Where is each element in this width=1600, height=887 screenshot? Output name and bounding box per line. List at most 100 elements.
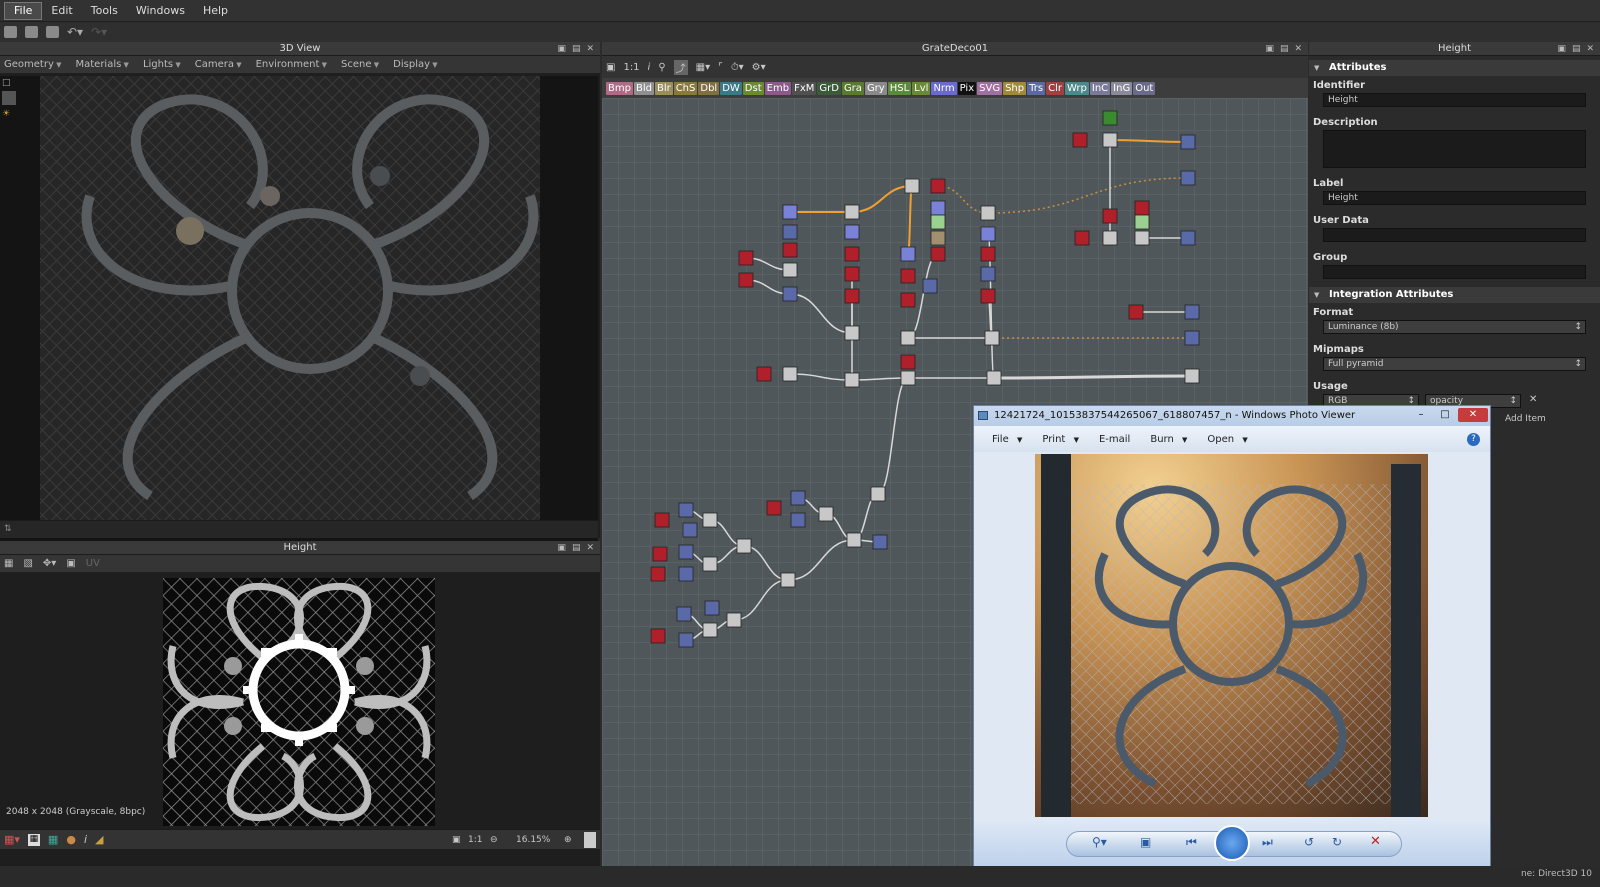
ratio-label[interactable]: 1:1 — [468, 835, 482, 845]
graph-node[interactable] — [844, 204, 860, 220]
histogram-icon[interactable]: ◢ — [95, 833, 103, 846]
close-icon[interactable]: ✕ — [1294, 42, 1302, 56]
graph-node[interactable] — [844, 325, 860, 341]
rgb-icon[interactable]: ● — [66, 833, 76, 846]
node-button-clr[interactable]: Clr — [1046, 81, 1064, 95]
menu-file[interactable]: File — [4, 1, 43, 20]
graph-node[interactable] — [780, 572, 796, 588]
actual-size-icon[interactable]: ▣ — [1140, 835, 1151, 849]
next-icon[interactable]: ⏭ — [1262, 835, 1273, 850]
graph-node[interactable] — [676, 606, 692, 622]
graph-node[interactable] — [702, 512, 718, 528]
graph-node[interactable] — [900, 268, 916, 284]
graph-node[interactable] — [782, 224, 798, 240]
undo-icon[interactable]: ↶▾ — [67, 25, 83, 39]
node-button-gra[interactable]: Gra — [841, 81, 864, 95]
previous-icon[interactable]: ⏮ — [1186, 835, 1197, 850]
graph-node[interactable] — [756, 366, 772, 382]
new-file-icon[interactable] — [4, 26, 17, 38]
tiling-icon[interactable]: ✥▾ — [43, 558, 56, 569]
integration-section[interactable]: Integration Attributes — [1309, 287, 1600, 303]
zoom-in-icon[interactable]: ⊕ — [564, 835, 572, 845]
geometry-menu[interactable]: Geometry — [4, 59, 61, 70]
settings-icon[interactable]: ⚙▾ — [752, 62, 766, 73]
photo-viewer-titlebar[interactable]: 12421724_10153837544265067_618807457_n -… — [974, 406, 1490, 426]
graph-node[interactable] — [678, 544, 694, 560]
graph-link[interactable] — [787, 539, 855, 581]
label-field[interactable]: Height — [1323, 191, 1586, 205]
lights-menu[interactable]: Lights — [143, 59, 181, 70]
delete-icon[interactable]: ✕ — [1370, 834, 1381, 849]
node-button-trs[interactable]: Trs — [1027, 81, 1046, 95]
graph-node[interactable] — [678, 632, 694, 648]
menu-help[interactable]: Help — [194, 0, 237, 22]
float-icon[interactable]: ▤ — [572, 42, 581, 56]
graph-node[interactable] — [782, 242, 798, 258]
node-button-bld[interactable]: Bld — [633, 81, 654, 95]
zoom-out-icon[interactable]: ⊖ — [490, 835, 498, 845]
graph-node[interactable] — [930, 200, 946, 216]
graph-node[interactable] — [782, 262, 798, 278]
node-button-bmp[interactable]: Bmp — [606, 81, 633, 95]
pin-icon[interactable]: ▣ — [557, 42, 566, 56]
node-button-nrm[interactable]: Nrm — [931, 81, 957, 95]
menu-windows[interactable]: Windows — [127, 0, 194, 22]
graph-node[interactable] — [654, 512, 670, 528]
graph-node[interactable] — [1180, 134, 1196, 150]
graph-node[interactable] — [980, 226, 996, 242]
graph-node[interactable] — [782, 366, 798, 382]
node-button-dst[interactable]: Dst — [742, 81, 764, 95]
graph-node[interactable] — [1134, 214, 1150, 230]
graph-node[interactable] — [726, 612, 742, 628]
zoom-icon[interactable]: ⚲▾ — [1092, 835, 1107, 849]
graph-node[interactable] — [652, 546, 668, 562]
graph-node[interactable] — [980, 246, 996, 262]
graph-link[interactable] — [937, 185, 989, 214]
node-button-pix[interactable]: Pix — [957, 81, 977, 95]
search-icon[interactable]: ⚲ — [658, 62, 665, 73]
graph-node[interactable] — [846, 532, 862, 548]
pv-open-menu[interactable]: Open — [1207, 434, 1247, 445]
graph-node[interactable] — [1180, 170, 1196, 186]
graph-node[interactable] — [782, 204, 798, 220]
graph-node[interactable] — [930, 214, 946, 230]
close-button[interactable]: ✕ — [1458, 408, 1488, 422]
graph-node[interactable] — [790, 512, 806, 528]
graph-node[interactable] — [678, 502, 694, 518]
pv-email-menu[interactable]: E-mail — [1099, 434, 1130, 445]
graph-node[interactable] — [1184, 304, 1200, 320]
identifier-field[interactable]: Height — [1323, 93, 1586, 107]
graph-node[interactable] — [818, 506, 834, 522]
display-menu[interactable]: Display — [393, 59, 437, 70]
graph-node[interactable] — [870, 486, 886, 502]
minimize-button[interactable]: – — [1410, 408, 1432, 422]
graph-node[interactable] — [1184, 330, 1200, 346]
graph-link[interactable] — [789, 373, 853, 381]
add-item-button[interactable]: Add Item — [1505, 414, 1546, 424]
rotate-left-icon[interactable]: ↺ — [1304, 835, 1314, 849]
zoom-value[interactable]: 16.15% — [516, 835, 550, 845]
pv-burn-menu[interactable]: Burn — [1150, 434, 1187, 445]
scroll-handle[interactable] — [584, 831, 596, 848]
pv-file-menu[interactable]: File — [992, 434, 1022, 445]
graph-node[interactable] — [844, 246, 860, 262]
graph-node[interactable] — [904, 178, 920, 194]
graph-node[interactable] — [766, 500, 782, 516]
attributes-section[interactable]: Attributes — [1309, 60, 1600, 76]
graph-node[interactable] — [980, 205, 996, 221]
graph-node[interactable] — [900, 246, 916, 262]
slideshow-button[interactable] — [1214, 825, 1250, 861]
align-icon[interactable]: ⌜ — [718, 62, 723, 73]
graph-node[interactable] — [900, 370, 916, 386]
graph-node[interactable] — [782, 286, 798, 302]
graph-node[interactable] — [986, 370, 1002, 386]
description-field[interactable] — [1323, 130, 1586, 168]
help-icon[interactable]: ? — [1467, 432, 1480, 446]
graph-link[interactable] — [1109, 139, 1189, 143]
pv-print-menu[interactable]: Print — [1042, 434, 1079, 445]
graph-node[interactable] — [900, 330, 916, 346]
graph-node[interactable] — [1128, 304, 1144, 320]
graph-node[interactable] — [736, 538, 752, 554]
graph-ratio[interactable]: 1:1 — [623, 62, 639, 73]
graph-link[interactable] — [733, 579, 789, 621]
